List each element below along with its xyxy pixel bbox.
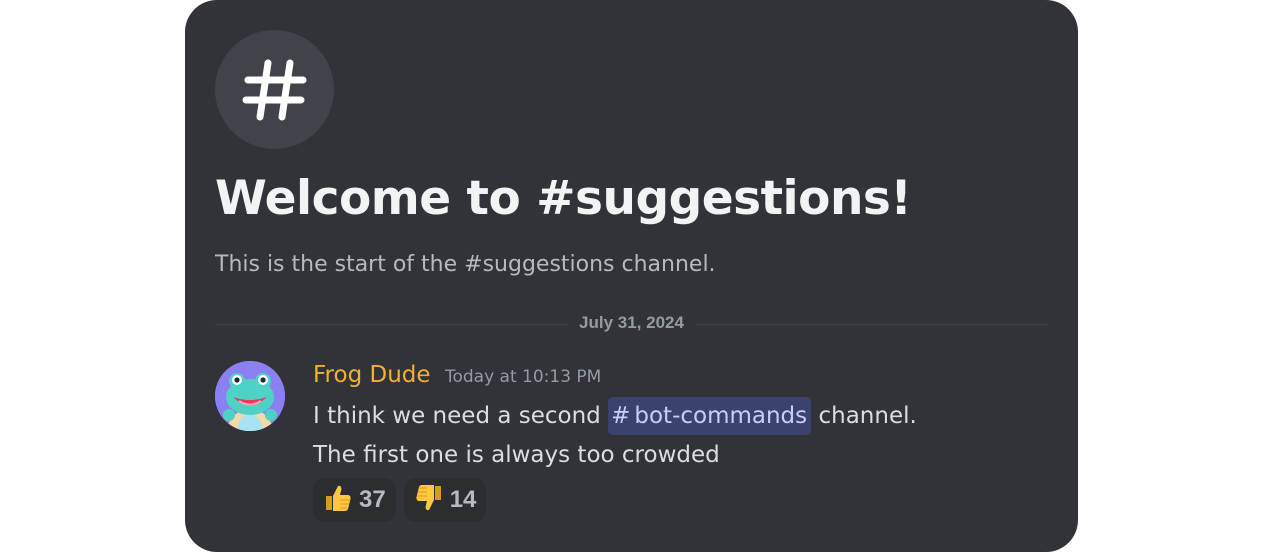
reactions-bar: 37 14 (313, 478, 487, 522)
message-author[interactable]: Frog Dude (313, 362, 431, 388)
message-text-before-mention: I think we need a second (313, 403, 601, 429)
avatar[interactable] (215, 361, 285, 431)
thumbs-down-icon (414, 483, 444, 518)
message-text-line-2: The first one is always too crowded (313, 442, 720, 468)
reaction-thumbs-down[interactable]: 14 (403, 478, 487, 522)
mention-channel-name: bot-commands (634, 403, 808, 429)
welcome-title: Welcome to #suggestions! (215, 171, 912, 226)
reaction-count-thumbs-down: 14 (449, 486, 477, 513)
welcome-subtitle: This is the start of the #suggestions ch… (215, 252, 716, 277)
thumbs-up-icon (323, 483, 353, 518)
message-header: Frog Dude Today at 10:13 PM (313, 362, 601, 388)
channel-hash-icon (215, 30, 334, 149)
message-timestamp[interactable]: Today at 10:13 PM (445, 367, 601, 387)
channel-welcome-card: Welcome to #suggestions! This is the sta… (185, 0, 1078, 552)
mention-hash-icon: # (611, 403, 631, 429)
reaction-thumbs-up[interactable]: 37 (313, 478, 396, 522)
message-text-line-1: I think we need a second # bot-commands c… (313, 397, 917, 435)
reaction-count-thumbs-up: 37 (359, 486, 386, 513)
channel-mention[interactable]: # bot-commands (608, 397, 812, 435)
date-divider-label: July 31, 2024 (567, 310, 696, 336)
message-text-after-mention: channel. (818, 403, 917, 429)
